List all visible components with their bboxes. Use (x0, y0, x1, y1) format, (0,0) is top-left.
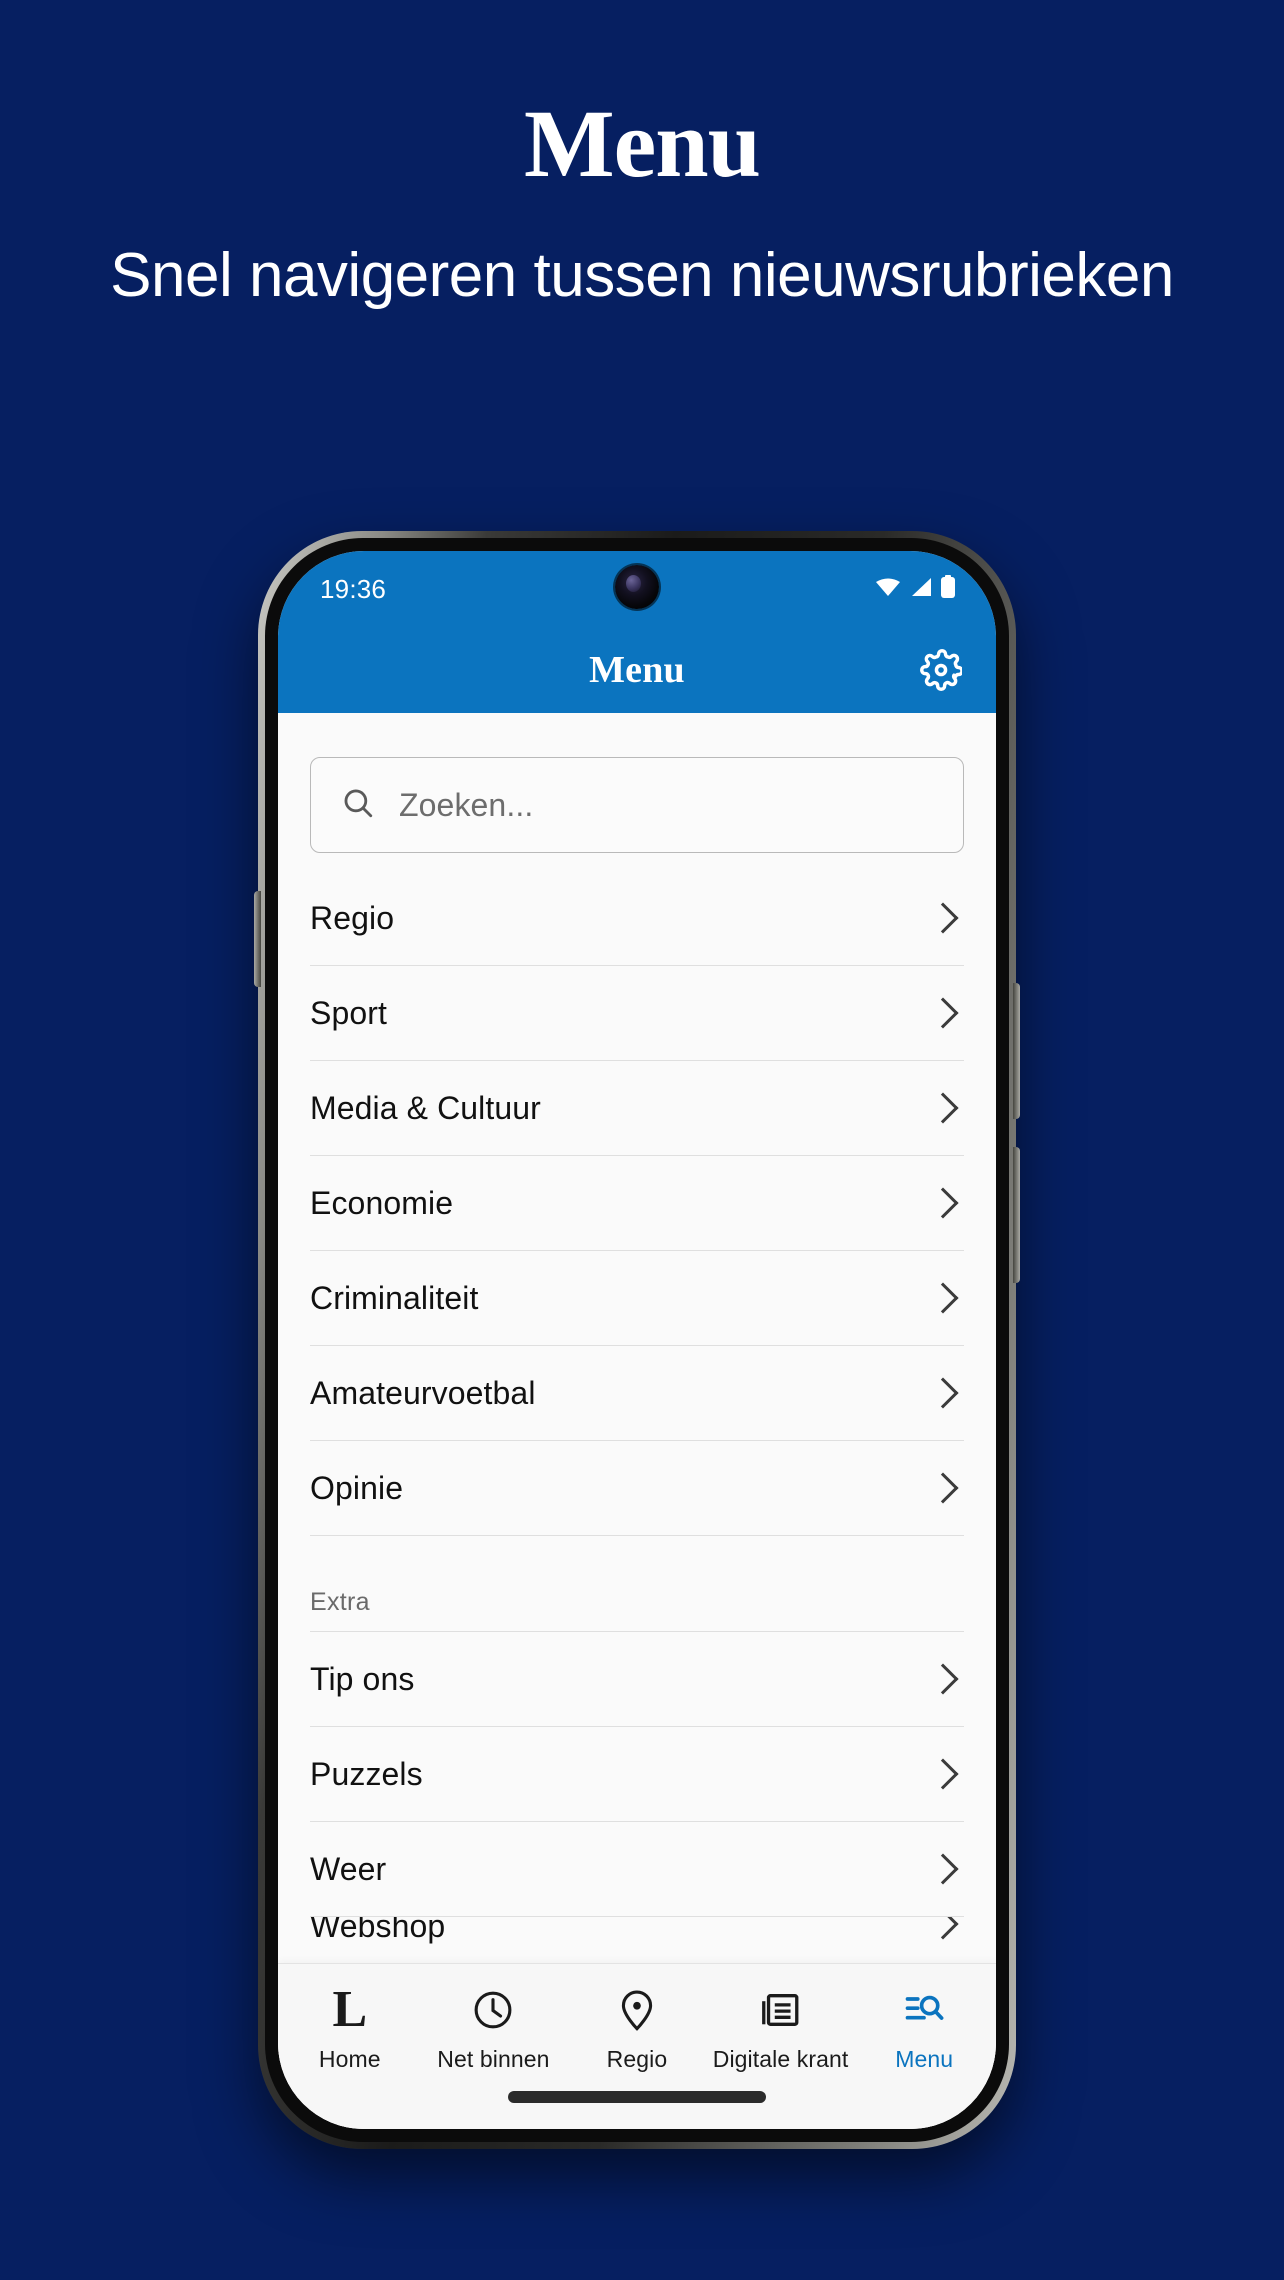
home-indicator[interactable] (508, 2091, 766, 2103)
chevron-right-icon (927, 1853, 959, 1885)
menu-item-sport[interactable]: Sport (310, 966, 964, 1061)
nav-item-home[interactable]: L Home (278, 1981, 422, 2073)
wifi-icon (874, 576, 902, 603)
phone-screen: 19:36 Menu Zoeken... Regio Sport Media &… (278, 551, 996, 2129)
nav-item-menu[interactable]: Menu (852, 1986, 996, 2073)
front-camera-punch-hole (615, 565, 659, 609)
menu-item-label: Economie (310, 1184, 454, 1221)
menu-item-economie[interactable]: Economie (310, 1156, 964, 1251)
nav-item-label: Home (318, 2046, 381, 2072)
search-placeholder: Zoeken... (399, 786, 534, 823)
chevron-right-icon (927, 1663, 959, 1695)
menu-search-icon (902, 1986, 946, 2034)
volume-up-button[interactable] (1013, 983, 1020, 1119)
menu-item-label: Criminaliteit (310, 1279, 479, 1316)
app-bar: Menu (278, 627, 996, 713)
bottom-navigation: L Home Net binnen Regio Digitale krant M… (278, 1963, 996, 2129)
section-header-extra: Extra (310, 1536, 964, 1632)
nav-item-label: Net binnen (437, 2046, 550, 2072)
menu-item-media-cultuur[interactable]: Media & Cultuur (310, 1061, 964, 1156)
menu-list-primary: Regio Sport Media & Cultuur Economie Cri… (278, 871, 996, 1957)
volume-down-button[interactable] (1013, 1147, 1020, 1283)
menu-content: Zoeken... Regio Sport Media & Cultuur Ec… (278, 713, 996, 2129)
menu-item-regio[interactable]: Regio (310, 871, 964, 966)
menu-item-webshop[interactable]: Webshop (310, 1917, 964, 1957)
newspaper-icon (759, 1986, 803, 2034)
nav-item-label: Regio (606, 2046, 668, 2072)
menu-item-tip-ons[interactable]: Tip ons (310, 1632, 964, 1727)
section-label: Extra (310, 1588, 370, 1616)
nav-item-regio[interactable]: Regio (565, 1986, 709, 2073)
status-bar: 19:36 (278, 551, 996, 627)
app-bar-title: Menu (589, 649, 685, 691)
phone-mockup: 19:36 Menu Zoeken... Regio Sport Media &… (254, 531, 1020, 2149)
nav-item-label: Digitale krant (712, 2046, 849, 2072)
search-section: Zoeken... (278, 713, 996, 871)
menu-item-label: Puzzels (310, 1755, 423, 1792)
cellular-signal-icon (909, 576, 933, 603)
chevron-right-icon (927, 902, 959, 934)
menu-item-label: Sport (310, 994, 387, 1031)
gear-icon[interactable] (920, 649, 962, 691)
menu-item-label: Regio (310, 899, 395, 936)
menu-item-label: Webshop (310, 1917, 446, 1944)
clock-icon (471, 1986, 515, 2034)
phone-bezel: 19:36 Menu Zoeken... Regio Sport Media &… (265, 538, 1009, 2142)
status-icons (874, 574, 956, 604)
menu-item-label: Opinie (310, 1469, 404, 1506)
page-subtitle: Snel navigeren tussen nieuwsrubrieken (110, 241, 1174, 310)
menu-item-puzzels[interactable]: Puzzels (310, 1727, 964, 1822)
chevron-right-icon (927, 1092, 959, 1124)
power-button[interactable] (254, 891, 261, 987)
chevron-right-icon (927, 997, 959, 1029)
promo-header: Menu Snel navigeren tussen nieuwsrubriek… (0, 0, 1284, 315)
chevron-right-icon (927, 1472, 959, 1504)
logo-l-icon: L (332, 1981, 368, 2039)
menu-item-label: Media & Cultuur (310, 1089, 541, 1126)
battery-icon (940, 574, 956, 604)
search-icon (341, 786, 375, 825)
menu-item-label: Tip ons (310, 1660, 415, 1697)
nav-item-net-binnen[interactable]: Net binnen (422, 1986, 566, 2073)
chevron-right-icon (927, 1377, 959, 1409)
status-time: 19:36 (320, 573, 387, 604)
menu-item-amateurvoetbal[interactable]: Amateurvoetbal (310, 1346, 964, 1441)
chevron-right-icon (927, 1187, 959, 1219)
search-input[interactable]: Zoeken... (310, 757, 964, 853)
chevron-right-icon (927, 1282, 959, 1314)
menu-item-label: Weer (310, 1850, 387, 1887)
location-pin-icon (615, 1986, 659, 2034)
chevron-right-icon (927, 1758, 959, 1790)
menu-item-criminaliteit[interactable]: Criminaliteit (310, 1251, 964, 1346)
menu-item-weer[interactable]: Weer (310, 1822, 964, 1917)
chevron-right-icon (927, 1917, 959, 1940)
menu-item-opinie[interactable]: Opinie (310, 1441, 964, 1536)
menu-item-label: Amateurvoetbal (310, 1374, 536, 1411)
nav-item-digitale-krant[interactable]: Digitale krant (709, 1986, 853, 2073)
nav-item-label: Menu (895, 2046, 954, 2072)
page-title: Menu (524, 90, 761, 197)
